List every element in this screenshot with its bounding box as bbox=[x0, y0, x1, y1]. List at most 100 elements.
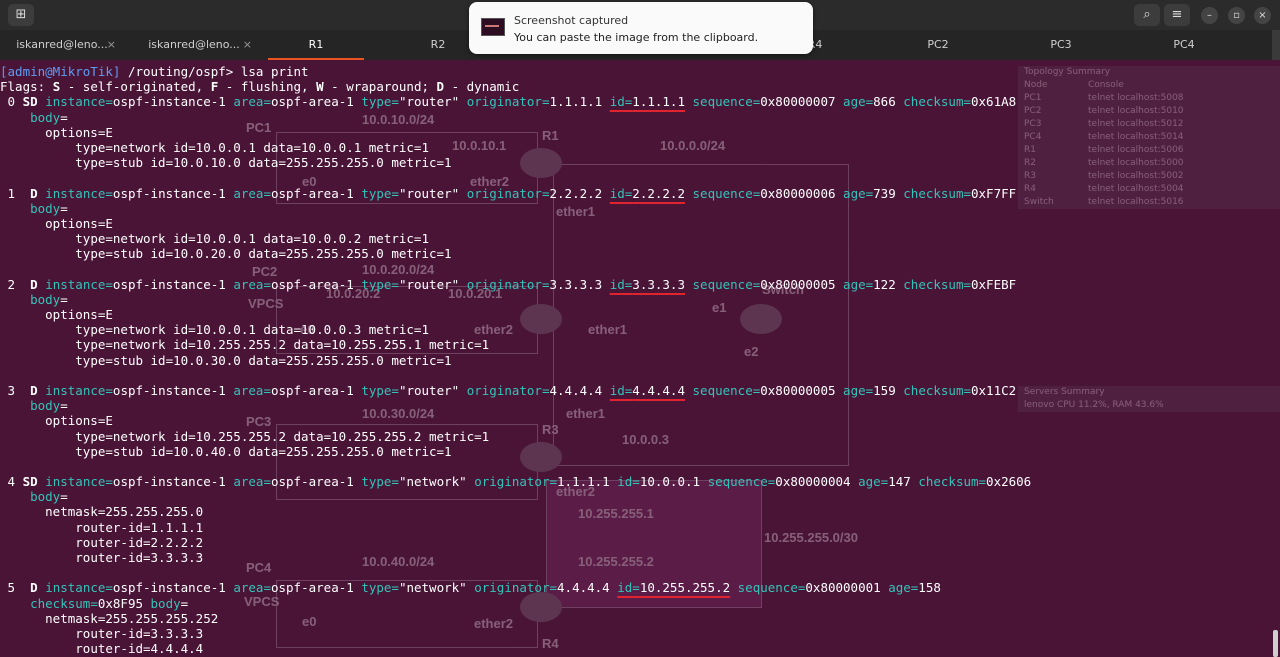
body-line: type=stub id=10.0.20.0 data=255.255.255.… bbox=[0, 246, 1031, 261]
prompt-user: [admin@MikroTik] bbox=[0, 64, 121, 79]
panel-row: R4 telnet localhost:5004 bbox=[1018, 183, 1280, 196]
body-line: type=network id=10.255.255.2 data=10.255… bbox=[0, 429, 1031, 444]
new-tab-icon[interactable]: ⊞ bbox=[8, 4, 34, 26]
terminal-output: [admin@MikroTik] /routing/ospf> lsa prin… bbox=[0, 64, 1031, 656]
panel-cell: Switch bbox=[1024, 197, 1054, 207]
lsa-index: 3 bbox=[0, 382, 16, 398]
lsa-options: E bbox=[105, 215, 113, 231]
search-icon[interactable]: ⌕ bbox=[1134, 4, 1160, 26]
tab-label: R1 bbox=[308, 38, 324, 51]
lsa-header-line: 4 SD instance=ospf-instance-1 area=ospf-… bbox=[0, 474, 1032, 490]
lsa-area: ospf-area-1 bbox=[270, 580, 354, 596]
tab-label: PC3 bbox=[1050, 38, 1072, 51]
lsa-age: 122 bbox=[873, 276, 896, 292]
terminal-scrollbar[interactable] bbox=[1273, 630, 1278, 657]
lsa-checksum: 0x11C2 bbox=[971, 382, 1017, 398]
terminal-view[interactable]: PC1 R1 10.0.10.0/24 10.0.10.1 10.0.0.0/2… bbox=[0, 60, 1280, 657]
tab-scroll-indicator[interactable] bbox=[1272, 30, 1280, 60]
lsa-header-line: 3 D instance=ospf-instance-1 area=ospf-a… bbox=[0, 382, 1017, 398]
lsa-type: "network" bbox=[398, 474, 467, 490]
lsa-router-id: router-id=3.3.3.3 bbox=[75, 550, 204, 565]
lsa-area: ospf-area-1 bbox=[270, 276, 354, 292]
lsa-type: "router" bbox=[398, 276, 460, 292]
tab-label: iskanred@leno... bbox=[148, 38, 240, 51]
lsa-body-text: type=stub id=10.0.40.0 data=255.255.255.… bbox=[75, 443, 452, 459]
panel-cell: telnet localhost:5014 bbox=[1088, 132, 1184, 142]
panel-cell: R3 bbox=[1024, 171, 1036, 181]
lsa-id: 2.2.2.2 bbox=[632, 185, 685, 201]
body-line: type=network id=10.0.0.1 data=10.0.0.2 m… bbox=[0, 231, 1031, 246]
lsa-type: "router" bbox=[398, 94, 460, 110]
panel-cell: R2 bbox=[1024, 158, 1036, 168]
tab-pc4[interactable]: PC4 bbox=[1126, 30, 1242, 60]
lsa-sequence: 0x80000006 bbox=[760, 185, 836, 201]
lsa-index: 5 bbox=[0, 580, 16, 596]
command-text: lsa print bbox=[240, 64, 309, 79]
lsa-flags: SD bbox=[22, 474, 38, 490]
tab-close-icon[interactable]: × bbox=[107, 30, 116, 60]
lsa-body-text: type=network id=10.0.0.1 data=10.0.0.2 m… bbox=[75, 231, 429, 247]
body-label-line: body= bbox=[30, 489, 68, 505]
panel-cell: telnet localhost:5002 bbox=[1088, 171, 1184, 181]
lsa-options: E bbox=[105, 307, 113, 322]
lsa-type: "network" bbox=[398, 580, 467, 596]
router-id-line: router-id=3.3.3.3 bbox=[0, 550, 1031, 565]
lsa-type: "router" bbox=[398, 185, 460, 201]
servers-summary-panel: Servers Summary lenovo CPU 11.2%, RAM 43… bbox=[1018, 386, 1280, 412]
router-id-line: router-id=1.1.1.1 bbox=[0, 520, 1031, 535]
panel-row: R1 telnet localhost:5006 bbox=[1018, 144, 1280, 157]
hamburger-icon[interactable]: ≡ bbox=[1164, 4, 1190, 26]
lsa-router-id: router-id=1.1.1.1 bbox=[75, 519, 204, 535]
tab-close-icon[interactable]: × bbox=[243, 30, 252, 60]
panel-cell: PC3 bbox=[1024, 119, 1042, 129]
router-id-line: router-id=2.2.2.2 bbox=[0, 535, 1031, 550]
panel-header-cell: Node bbox=[1024, 80, 1048, 90]
lsa-flags: D bbox=[22, 276, 38, 292]
tab-r1[interactable]: R1 bbox=[258, 30, 374, 60]
minimize-icon[interactable]: – bbox=[1201, 7, 1218, 24]
lsa-router-id: router-id=2.2.2.2 bbox=[75, 534, 204, 550]
tab-pc1[interactable]: PC2 bbox=[880, 30, 996, 60]
flag-text: - flushing, bbox=[218, 79, 317, 95]
panel-cell: telnet localhost:5012 bbox=[1088, 119, 1184, 129]
lsa-options: E bbox=[105, 413, 113, 429]
prompt-line: [admin@MikroTik] /routing/ospf> lsa prin… bbox=[0, 64, 1031, 79]
tab-terminal-2[interactable]: iskanred@leno... × bbox=[128, 30, 260, 60]
lsa-index: 2 bbox=[0, 276, 16, 292]
flag-text: - wraparound; bbox=[323, 79, 437, 95]
lsa-sequence: 0x80000005 bbox=[760, 276, 836, 292]
lsa-flags: D bbox=[22, 580, 38, 596]
lsa-body-text: type=network id=10.0.0.1 data=10.0.0.3 m… bbox=[75, 322, 429, 338]
tab-terminal-1[interactable]: iskanred@leno... × bbox=[4, 30, 120, 60]
flags-line: Flags: S - self-originated, F - flushing… bbox=[0, 79, 1031, 94]
lsa-age: 739 bbox=[873, 185, 896, 201]
panel-title: Topology Summary bbox=[1024, 67, 1111, 77]
lsa-header-line: 2 D instance=ospf-instance-1 area=ospf-a… bbox=[0, 276, 1017, 292]
panel-row: PC1 telnet localhost:5008 bbox=[1018, 92, 1280, 105]
flag-key: D bbox=[436, 79, 445, 95]
lsa-instance: ospf-instance-1 bbox=[112, 185, 226, 201]
lsa-originator: 3.3.3.3 bbox=[549, 276, 603, 292]
lsa-body-text: type=network id=10.255.255.2 data=10.255… bbox=[75, 428, 490, 444]
lsa-index: 0 bbox=[0, 94, 16, 110]
lsa-id: 10.255.255.2 bbox=[639, 580, 731, 596]
body-label-line: body= bbox=[30, 398, 68, 414]
tab-pc3[interactable]: PC3 bbox=[1003, 30, 1119, 60]
lsa-originator: 1.1.1.1 bbox=[557, 474, 610, 490]
maximize-icon[interactable]: ▫ bbox=[1228, 7, 1245, 24]
lsa-router-id: router-id=4.4.4.4 bbox=[75, 641, 204, 657]
options-line: options=E bbox=[0, 413, 113, 429]
lsa-instance: ospf-instance-1 bbox=[112, 94, 226, 110]
lsa-age: 866 bbox=[873, 94, 896, 110]
close-icon[interactable]: × bbox=[1254, 7, 1271, 24]
body-label-line: body= bbox=[30, 109, 68, 125]
screenshot-notification[interactable]: Screenshot captured You can paste the im… bbox=[469, 2, 813, 54]
lsa-index: 1 bbox=[0, 185, 16, 201]
lsa-area: ospf-area-1 bbox=[270, 185, 354, 201]
body-line: type=stub id=10.0.10.0 data=255.255.255.… bbox=[0, 155, 1031, 170]
flag-key: W bbox=[316, 79, 324, 95]
lsa-originator: 4.4.4.4 bbox=[549, 382, 603, 398]
lsa-checksum: 0x2606 bbox=[986, 474, 1032, 490]
lsa-checksum: 0xFEBF bbox=[971, 276, 1017, 292]
